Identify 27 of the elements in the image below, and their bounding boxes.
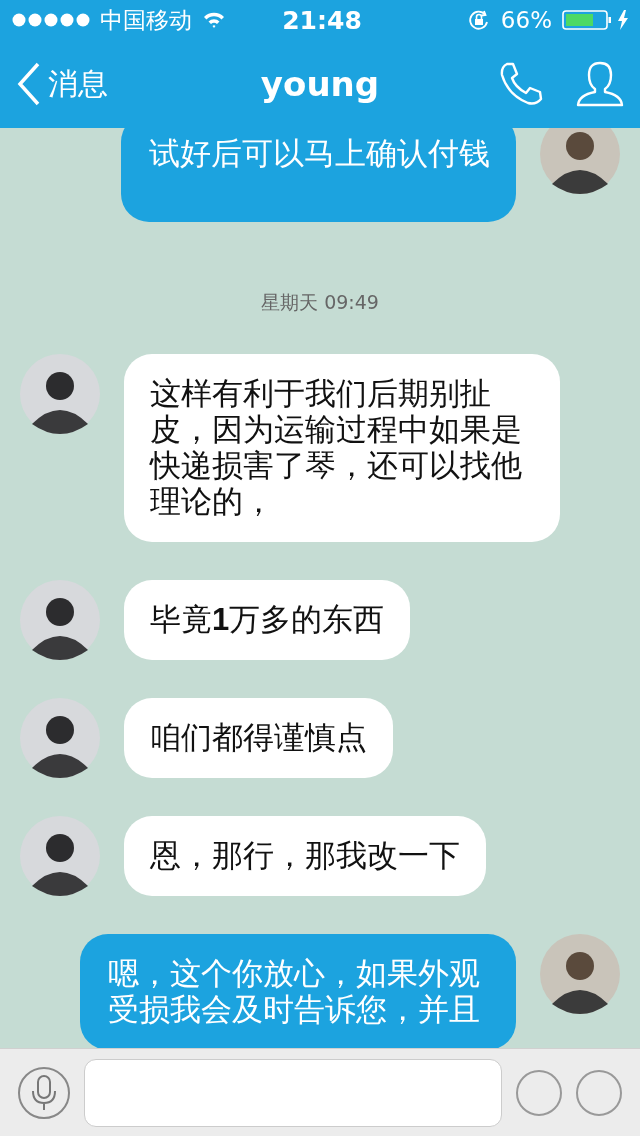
avatar-icon[interactable]: [540, 934, 620, 1014]
message-bubble: 这样有利于我们后期别扯皮，因为运输过程中如果是快递损害了琴，还可以找他理论的，: [124, 354, 560, 542]
message-bubble: 毕竟1万多的东西: [124, 580, 411, 660]
avatar-icon[interactable]: [540, 128, 620, 194]
avatar-icon[interactable]: [20, 580, 100, 660]
battery-percent: 66%: [500, 7, 552, 33]
message-bubble: 嗯，这个你放心，如果外观受损我会及时告诉您，并且: [80, 934, 516, 1048]
back-button[interactable]: 消息: [16, 62, 108, 106]
avatar-icon[interactable]: [20, 354, 100, 434]
chat-title: young: [260, 64, 380, 104]
wifi-icon: [202, 11, 226, 29]
message-bubble: 恩，那行，那我改一下: [124, 816, 486, 896]
message-input[interactable]: [84, 1058, 502, 1127]
phone-icon[interactable]: [498, 61, 544, 107]
signal-icon: [12, 13, 90, 27]
chevron-left-icon: [16, 62, 42, 106]
avatar-icon[interactable]: [20, 698, 100, 778]
message-bubble: 试好后可以马上确认付钱: [121, 128, 516, 222]
message-bubble: 咱们都得谨慎点: [124, 698, 393, 778]
status-time: 21:48: [282, 5, 362, 35]
timestamp: 星期天 09:49: [261, 290, 379, 315]
avatar-icon[interactable]: [20, 816, 100, 896]
profile-icon[interactable]: [576, 61, 624, 107]
voice-button[interactable]: [18, 1066, 70, 1119]
carrier-name: 中国移动: [100, 5, 192, 35]
microphone-icon: [31, 1074, 57, 1111]
rotation-lock-icon: [466, 8, 491, 32]
